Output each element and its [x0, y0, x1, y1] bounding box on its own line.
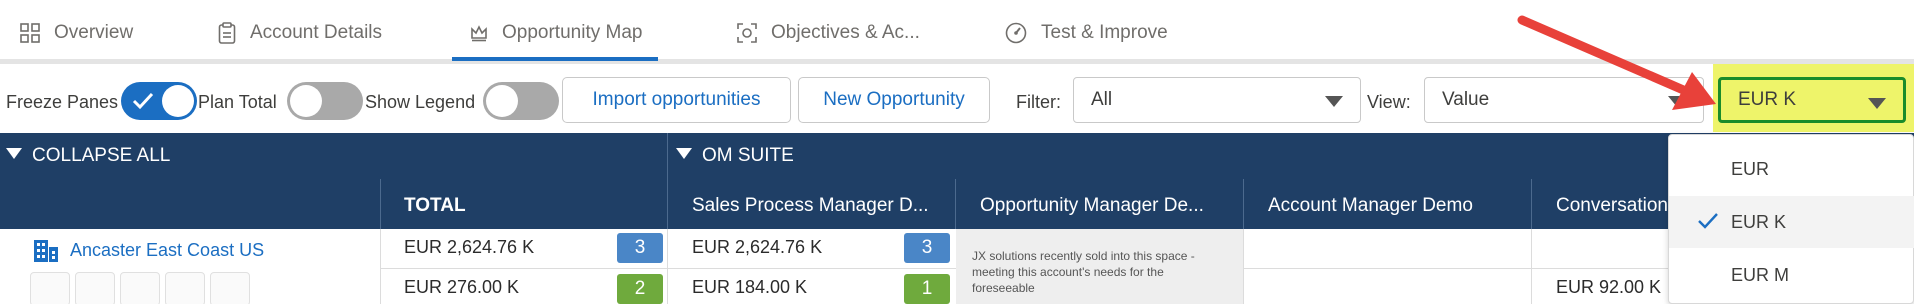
clipboard-icon[interactable] [210, 272, 250, 304]
toggle-knob [486, 85, 518, 117]
count-badge[interactable]: 2 [617, 274, 663, 304]
tab-label: Test & Improve [1041, 22, 1168, 43]
collapse-triangle-icon [6, 148, 22, 159]
currency-select[interactable]: EUR K [1718, 77, 1906, 123]
tab-label: Account Details [250, 22, 383, 43]
column-divider [1531, 179, 1532, 229]
cell-spm: EUR 184.00 K [692, 277, 808, 297]
currency-option-eur-m[interactable]: EUR M [1669, 249, 1914, 301]
column-header-total[interactable]: TOTAL [404, 195, 466, 217]
toggle-knob [162, 85, 194, 117]
column-header-om[interactable]: Opportunity Manager De... [980, 195, 1235, 217]
column-header-am[interactable]: Account Manager Demo [1268, 195, 1523, 217]
count-badge[interactable]: 1 [904, 274, 950, 304]
column-divider [380, 179, 381, 229]
currency-dropdown-menu: EUR EUR K EUR M [1668, 134, 1914, 304]
view-label: View: [1367, 92, 1411, 112]
plan-total-label: Plan Total [198, 92, 277, 112]
column-divider [955, 179, 956, 229]
currency-value: EUR K [1738, 89, 1797, 110]
check-icon [1698, 213, 1718, 229]
filter-value: All [1091, 89, 1113, 110]
annotation-arrow-icon [1517, 15, 1716, 110]
opportunity-note[interactable]: JX solutions recently sold into this spa… [956, 229, 1243, 304]
option-label: EUR K [1731, 211, 1787, 232]
grid-icon [20, 23, 40, 43]
count-badge[interactable]: 3 [617, 233, 663, 263]
toggle-knob [290, 85, 322, 117]
chevron-down-icon [1868, 98, 1886, 109]
option-label: EUR [1731, 158, 1770, 179]
column-divider [1243, 229, 1244, 304]
column-divider [1243, 179, 1244, 229]
crown-icon [471, 25, 487, 42]
building-icon [34, 240, 58, 262]
collapse-all-label: COLLAPSE ALL [32, 145, 171, 166]
count-badge[interactable]: 3 [904, 233, 950, 263]
new-opportunity-button[interactable]: New Opportunity [798, 77, 990, 123]
gauge-icon [1005, 22, 1027, 44]
report-icon[interactable] [30, 272, 70, 304]
collapse-all-button[interactable]: COLLAPSE ALL [6, 145, 170, 167]
tab-objectives[interactable]: Objectives & Ac... [737, 18, 920, 48]
show-legend-label: Show Legend [365, 92, 476, 112]
group-om-suite[interactable]: OM SUITE [676, 145, 794, 167]
active-tab-indicator [452, 57, 658, 61]
import-opportunities-button[interactable]: Import opportunities [562, 77, 791, 123]
tab-label: Opportunity Map [502, 22, 643, 43]
tab-account-details[interactable]: Account Details [218, 18, 382, 48]
group-label: OM SUITE [702, 145, 794, 166]
clipboard-icon [218, 22, 236, 44]
account-link[interactable]: Ancaster East Coast US [70, 240, 264, 261]
tab-label: Overview [54, 22, 134, 43]
column-header-spm[interactable]: Sales Process Manager D... [692, 195, 947, 217]
tab-overview[interactable]: Overview [20, 18, 133, 48]
currency-option-eur[interactable]: EUR [1669, 143, 1914, 195]
tab-opportunity-map[interactable]: Opportunity Map [470, 18, 642, 48]
column-divider [1531, 229, 1532, 304]
cell-total: EUR 2,624.76 K [404, 237, 535, 257]
freeze-panes-label: Freeze Panes [6, 92, 119, 112]
target-icon [737, 23, 757, 43]
plan-total-toggle[interactable] [287, 82, 363, 120]
filter-label: Filter: [1016, 92, 1061, 112]
hierarchy-icon[interactable] [75, 272, 115, 304]
chevron-down-icon [1325, 96, 1343, 107]
column-divider [380, 229, 381, 304]
circle-icon[interactable] [165, 272, 205, 304]
view-value: Value [1442, 89, 1490, 110]
filter-select[interactable]: All [1073, 77, 1361, 123]
freeze-panes-toggle[interactable] [121, 82, 197, 120]
collapse-triangle-icon [676, 148, 692, 159]
show-legend-toggle[interactable] [483, 82, 559, 120]
group-band [0, 133, 1914, 179]
option-label: EUR M [1731, 264, 1789, 285]
cell-total: EUR 276.00 K [404, 277, 520, 297]
cell-conversation: EUR 92.00 K [1556, 277, 1662, 297]
column-header-conversation[interactable]: Conversation [1556, 195, 1686, 217]
currency-option-eur-k[interactable]: EUR K [1669, 196, 1914, 248]
help-icon[interactable] [120, 272, 160, 304]
cell-spm: EUR 2,624.76 K [692, 237, 823, 257]
tab-test-improve[interactable]: Test & Improve [1005, 18, 1168, 48]
column-divider [667, 229, 668, 304]
check-icon [132, 92, 154, 110]
tab-label: Objectives & Ac... [771, 22, 920, 43]
